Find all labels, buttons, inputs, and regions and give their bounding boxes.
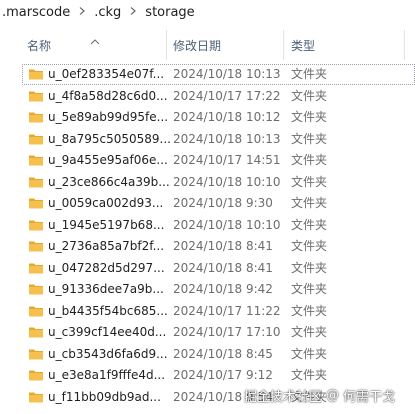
file-name: u_cb3543d6fa6d9... xyxy=(48,346,168,361)
column-header-row: 名称 修改日期 类型 xyxy=(0,30,415,60)
file-name: u_e3e8a1f9fffe4d... xyxy=(48,368,166,382)
file-row[interactable]: u_5e89ab99d95fe... 2024/10/18 10:12 文件夹 xyxy=(22,107,415,128)
file-type: 文件夹 xyxy=(291,346,328,361)
file-type: 文件夹 xyxy=(291,282,328,296)
column-header-more[interactable] xyxy=(410,30,415,60)
breadcrumb-item-ckg[interactable]: .ckg xyxy=(92,5,123,20)
watermark-site: 掘金技术社区 xyxy=(244,389,323,405)
file-type: 文件夹 xyxy=(291,303,328,318)
file-name: u_8a795c5050589... xyxy=(48,131,171,146)
folder-icon xyxy=(28,346,44,362)
file-name: u_0059ca002d93... xyxy=(48,196,164,210)
file-date: 2024/10/17 17:10 xyxy=(173,325,281,339)
file-name: u_5e89ab99d95fe... xyxy=(48,110,169,124)
sort-ascending-icon xyxy=(90,30,100,45)
file-date: 2024/10/18 9:42 xyxy=(173,282,273,296)
file-row[interactable]: u_c399cf14ee40d... 2024/10/17 17:10 文件夹 xyxy=(22,322,415,343)
breadcrumb-item-storage[interactable]: storage xyxy=(143,5,196,20)
file-date: 2024/10/18 10:10 xyxy=(173,217,281,232)
file-date: 2024/10/18 10:12 xyxy=(173,110,281,124)
file-name: u_4f8a58d28c6d0... xyxy=(48,88,168,103)
watermark: 掘金技术社区 @ 何需干戈 xyxy=(244,382,414,408)
file-type: 文件夹 xyxy=(291,196,328,210)
file-date: 2024/10/18 9:30 xyxy=(173,196,273,210)
file-type: 文件夹 xyxy=(291,174,328,189)
column-header-type[interactable]: 类型 xyxy=(291,30,401,60)
file-date: 2024/10/18 10:10 xyxy=(173,174,281,189)
file-name: u_f11bb09db9ad... xyxy=(48,389,161,404)
file-row[interactable]: u_0ef283354e07f... 2024/10/18 10:13 文件夹 xyxy=(22,64,415,85)
folder-icon xyxy=(28,131,44,147)
file-row[interactable]: u_91336dee7a9b... 2024/10/18 9:42 文件夹 xyxy=(22,279,415,300)
file-type: 文件夹 xyxy=(291,217,328,232)
folder-icon xyxy=(28,109,44,125)
file-date: 2024/10/17 17:22 xyxy=(173,88,281,103)
file-type: 文件夹 xyxy=(291,239,328,253)
folder-icon xyxy=(28,367,44,383)
folder-icon xyxy=(28,281,44,297)
folder-icon xyxy=(28,389,44,405)
folder-icon xyxy=(28,88,44,104)
file-row[interactable]: u_0059ca002d93... 2024/10/18 9:30 文件夹 xyxy=(22,193,415,214)
file-name: u_0ef283354e07f... xyxy=(48,67,165,81)
file-row[interactable]: u_4f8a58d28c6d0... 2024/10/17 17:22 文件夹 xyxy=(22,86,415,107)
file-name: u_b4435f54bc685... xyxy=(48,303,168,318)
column-divider[interactable] xyxy=(166,30,167,60)
folder-icon xyxy=(28,260,44,276)
folder-icon xyxy=(28,195,44,211)
folder-icon xyxy=(28,66,44,82)
column-divider[interactable] xyxy=(404,30,405,60)
folder-icon xyxy=(28,217,44,233)
file-row[interactable]: u_1945e5197b68... 2024/10/18 10:10 文件夹 xyxy=(22,215,415,236)
chevron-right-icon[interactable] xyxy=(78,7,86,15)
breadcrumb-item-marscode[interactable]: .marscode xyxy=(0,5,72,20)
file-row[interactable]: u_2736a85a7bf2f... 2024/10/18 8:41 文件夹 xyxy=(22,236,415,257)
folder-icon xyxy=(28,324,44,340)
file-name: u_23ce866c4a39b... xyxy=(48,174,170,189)
file-type: 文件夹 xyxy=(291,131,328,146)
file-type: 文件夹 xyxy=(291,260,328,275)
file-date: 2024/10/18 8:41 xyxy=(173,260,273,275)
file-type: 文件夹 xyxy=(291,110,328,124)
file-row[interactable]: u_9a455e95af06e... 2024/10/17 14:51 文件夹 xyxy=(22,150,415,171)
file-date: 2024/10/18 8:41 xyxy=(173,239,273,253)
column-divider[interactable] xyxy=(283,30,284,60)
file-name: u_9a455e95af06e... xyxy=(48,153,168,167)
file-name: u_91336dee7a9b... xyxy=(48,282,164,296)
file-type: 文件夹 xyxy=(291,88,328,103)
folder-icon xyxy=(28,303,44,319)
file-date: 2024/10/17 11:22 xyxy=(173,303,281,318)
file-date: 2024/10/18 8:45 xyxy=(173,346,273,361)
folder-icon xyxy=(28,174,44,190)
file-row[interactable]: u_8a795c5050589... 2024/10/18 10:13 文件夹 xyxy=(22,129,415,150)
file-row[interactable]: u_047282d5d297... 2024/10/18 8:41 文件夹 xyxy=(22,258,415,279)
file-type: 文件夹 xyxy=(291,325,328,339)
file-row[interactable]: u_b4435f54bc685... 2024/10/17 11:22 文件夹 xyxy=(22,301,415,322)
watermark-author: 何需干戈 xyxy=(343,389,396,405)
file-date: 2024/10/18 10:13 xyxy=(173,67,281,81)
file-date: 2024/10/18 10:13 xyxy=(173,131,281,146)
file-name: u_2736a85a7bf2f... xyxy=(48,239,165,253)
file-row[interactable]: u_23ce866c4a39b... 2024/10/18 10:10 文件夹 xyxy=(22,172,415,193)
file-name: u_1945e5197b68... xyxy=(48,217,165,232)
file-name: u_c399cf14ee40d... xyxy=(48,325,167,339)
breadcrumb: .marscode .ckg storage xyxy=(0,0,415,24)
file-type: 文件夹 xyxy=(291,153,328,167)
file-name: u_047282d5d297... xyxy=(48,260,165,275)
file-row[interactable]: u_cb3543d6fa6d9... 2024/10/18 8:45 文件夹 xyxy=(22,344,415,365)
column-header-date[interactable]: 修改日期 xyxy=(173,30,281,60)
file-date: 2024/10/17 14:51 xyxy=(173,153,281,167)
folder-icon xyxy=(28,152,44,168)
folder-icon xyxy=(28,238,44,254)
watermark-at-separator: @ xyxy=(326,387,340,403)
file-type: 文件夹 xyxy=(291,67,328,81)
chevron-right-icon[interactable] xyxy=(129,7,137,15)
